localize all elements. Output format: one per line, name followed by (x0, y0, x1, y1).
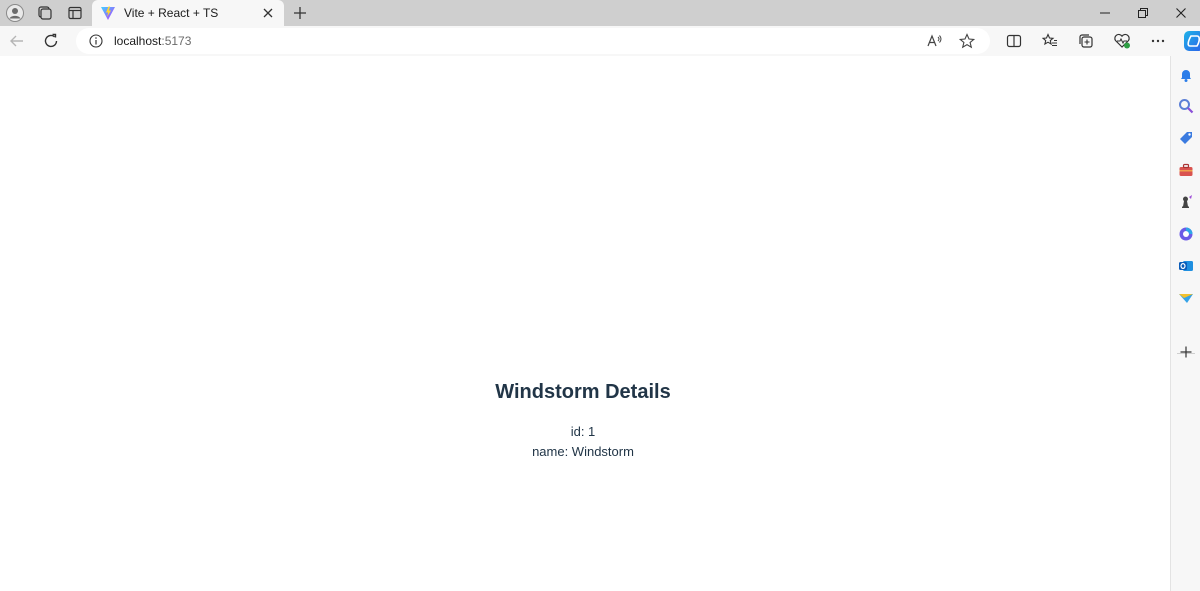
tab-actions-button[interactable] (60, 0, 90, 26)
outlook-icon (1179, 261, 1193, 271)
workspaces-button[interactable] (30, 0, 60, 26)
tools-button[interactable] (1176, 160, 1196, 180)
add-sidebar-app-button[interactable] (1176, 342, 1196, 362)
close-icon (263, 8, 273, 18)
new-tab-button[interactable] (286, 0, 314, 26)
edge-sidebar (1170, 56, 1200, 591)
profile-button[interactable] (0, 0, 30, 26)
settings-more-button[interactable] (1140, 26, 1176, 56)
url-host: localhost (114, 34, 162, 48)
url-port: :5173 (161, 34, 192, 48)
tab-close-button[interactable] (260, 5, 276, 21)
tab-active[interactable]: Vite + React + TS (92, 0, 284, 26)
drop-button[interactable] (1176, 288, 1196, 308)
tab-title: Vite + React + TS (124, 6, 219, 20)
search-icon (1179, 99, 1194, 114)
close-icon (1176, 8, 1186, 18)
back-arrow-icon (10, 35, 23, 47)
tag-icon (1180, 132, 1192, 144)
refresh-button[interactable] (34, 26, 68, 56)
browser-essentials-icon (1114, 33, 1130, 49)
favorites-button[interactable] (1032, 26, 1068, 56)
minimize-button[interactable] (1086, 0, 1124, 26)
microsoft-365-icon (1179, 227, 1193, 241)
collections-icon (1079, 34, 1093, 48)
restore-icon (1138, 8, 1148, 18)
refresh-icon (44, 33, 58, 48)
split-screen-button[interactable] (996, 26, 1032, 56)
microsoft-365-button[interactable] (1176, 224, 1196, 244)
read-aloud-button[interactable] (922, 28, 948, 54)
browser-essentials-button[interactable] (1104, 26, 1140, 56)
split-screen-icon (1006, 34, 1022, 48)
toolbar: localhost:5173 (0, 26, 1200, 56)
hero-name: name: Windstorm (532, 444, 634, 459)
site-info-icon[interactable] (88, 33, 104, 49)
bell-icon (1181, 70, 1191, 82)
hero-heading: Windstorm Details (495, 381, 671, 403)
vertical-tabs-icon (68, 6, 82, 20)
minimize-icon (1100, 12, 1110, 14)
plus-icon (1180, 346, 1192, 358)
back-button[interactable] (0, 26, 34, 56)
games-button[interactable] (1176, 192, 1196, 212)
page-content: Windstorm Details id: 1 name: Windstorm (0, 56, 1170, 591)
chess-piece-icon (1182, 195, 1192, 208)
workspaces-icon (38, 6, 52, 20)
toolbox-icon (1179, 163, 1193, 176)
outlook-button[interactable] (1176, 256, 1196, 276)
browser-window: Vite + React + TS localhost:5173 Windst… (0, 0, 1200, 591)
plus-icon (294, 7, 306, 19)
read-aloud-icon (927, 34, 942, 47)
hero-id: id: 1 (570, 424, 596, 439)
favorite-button[interactable] (954, 28, 980, 54)
star-icon (959, 33, 975, 49)
search-sidebar-button[interactable] (1176, 96, 1196, 116)
more-icon (1151, 39, 1165, 43)
hero-details: Windstorm Details id: 1 name: Windstorm (0, 378, 1166, 462)
favorites-icon (1042, 33, 1057, 47)
vite-icon (100, 5, 116, 21)
collections-button[interactable] (1068, 26, 1104, 56)
address-bar[interactable]: localhost:5173 (76, 28, 990, 54)
profile-icon (6, 4, 24, 22)
copilot-button[interactable] (1176, 26, 1200, 56)
restore-button[interactable] (1124, 0, 1162, 26)
send-drop-icon (1179, 294, 1193, 303)
close-window-button[interactable] (1162, 0, 1200, 26)
copilot-icon (1184, 31, 1200, 51)
tab-strip: Vite + React + TS (0, 0, 1200, 26)
shopping-button[interactable] (1176, 128, 1196, 148)
notifications-button[interactable] (1176, 65, 1196, 85)
